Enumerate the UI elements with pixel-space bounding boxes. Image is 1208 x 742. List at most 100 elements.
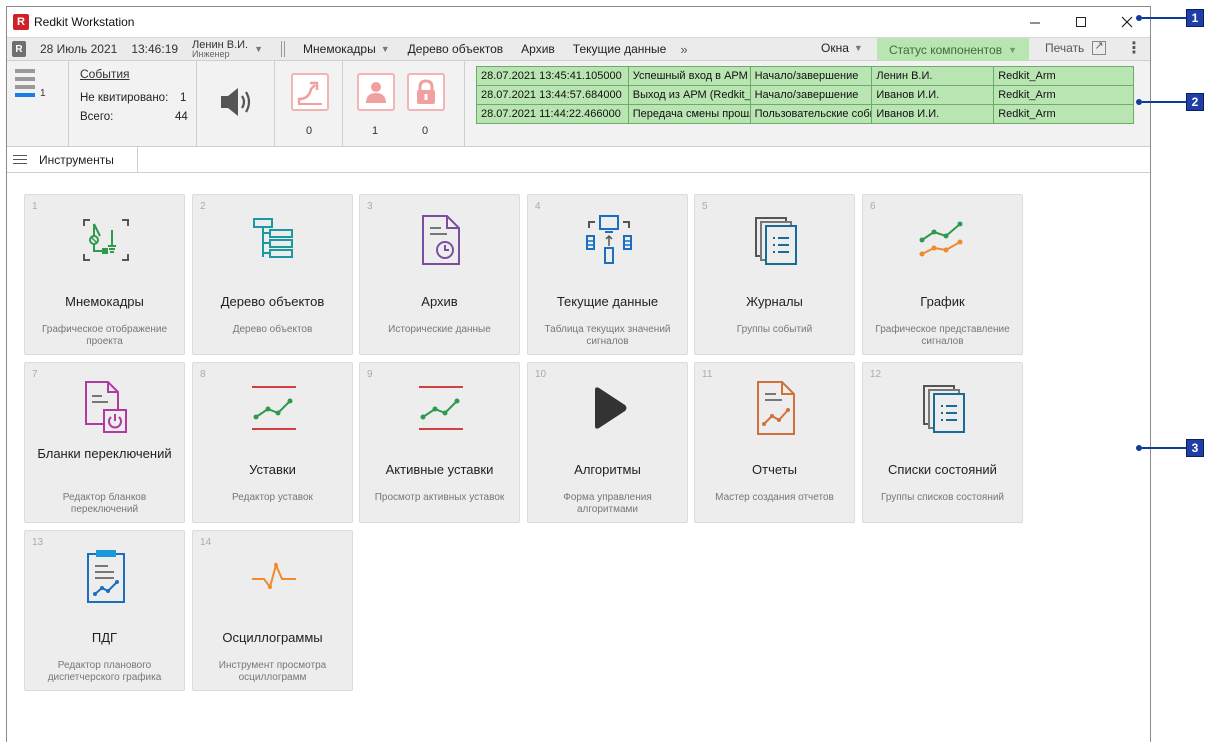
menu-bar: R 28 Июль 2021 13:46:19 Ленин В.И. Инжен… [7,37,1150,61]
event-source-cell: Redkit_Arm [993,66,1134,86]
trend-alarm-block[interactable]: 0 [275,61,343,147]
tile-description: Исторические данные [388,324,491,335]
tile-title: Мнемокадры [65,294,144,309]
tool-tile-current-data[interactable]: 4 Текущие данные Таблица текущих значений … [527,194,688,355]
tile-description: Таблица текущих значений сигналов [544,324,671,347]
chart-icon [863,207,1024,273]
tool-tile-mnemo[interactable]: 1 Мнемокадры Графическое отображение проек… [24,194,185,355]
tool-tile-pdg[interactable]: 13 ПДГ Редактор планового диспетчерского г… [24,530,185,691]
event-type-cell: Начало/завершение [749,66,873,86]
user-menu[interactable]: Ленин В.И. Инженер ▼ [192,38,264,59]
tool-tile-setpoints[interactable]: 8 Уставки Редактор уставок [192,362,353,523]
event-row[interactable]: 28.07.2021 13:45:41.105000 Успешный вход … [476,66,1134,86]
event-source-cell: Redkit_Arm [993,85,1134,105]
component-status-button[interactable]: Статус компонентов ▼ [877,38,1029,61]
hamburger-icon[interactable] [13,152,27,167]
tile-title: Дерево объектов [220,294,325,309]
tile-title: График [920,294,965,309]
tool-tile-chart[interactable]: 6 График Графическое представление сигнало… [862,194,1023,355]
total-label: Всего: [80,111,114,123]
chevron-down-icon: ▼ [254,44,264,54]
tools-bar: Инструменты [7,147,1150,173]
callout-1-badge: 1 [1186,9,1204,27]
user-alarm-count: 1 [371,125,379,137]
object-tree-icon [193,207,354,273]
menu-logo-icon[interactable]: R [12,41,26,57]
maximize-icon [1076,17,1086,27]
unack-row: Не квитировано: 1 [80,92,190,104]
windows-menu[interactable]: Окна ▼ [821,41,863,55]
tile-title: Списки состояний [888,462,997,477]
print-button[interactable]: Печать [1045,39,1107,55]
tool-tile-play[interactable]: 10 Алгоритмы Форма управления алгоритмами [527,362,688,523]
event-row[interactable]: 28.07.2021 11:44:22.466000 Передача смены… [476,104,1134,124]
tile-title: Журналы [746,294,803,309]
tool-tile-active-setpoints[interactable]: 9 Активные уставки Просмотр активных устав… [359,362,520,523]
tool-tile-oscillogram[interactable]: 14 Осциллограммы Инструмент просмотра осци… [192,530,353,691]
speaker-icon [221,88,251,116]
menu-mnemo-label: Мнемокадры [303,42,376,56]
priority-bars-block[interactable]: 1 [7,61,69,147]
app-logo-icon: R [13,14,29,30]
chevron-down-icon: ▼ [1008,44,1017,55]
tile-description: Дерево объектов [232,324,313,335]
tool-tile-archive[interactable]: 3 Архив Исторические данные [359,194,520,355]
more-menu-button[interactable]: » [680,42,687,57]
user-name: Ленин В.И. [192,38,249,51]
event-user-cell: Иванов И.И. [871,85,995,105]
tile-title: Текущие данные [556,294,659,309]
priority-bar-count: 1 [40,88,46,99]
unack-label: Не квитировано: [80,92,169,104]
windows-menu-label: Окна [821,41,849,55]
tile-title: Активные уставки [385,462,494,477]
menu-mnemo[interactable]: Мнемокадры ▼ [303,42,390,56]
menu-archive-label: Архив [521,42,555,56]
tile-description: Просмотр активных уставок [374,492,505,503]
event-row[interactable]: 28.07.2021 13:44:57.684000 Выход из АРМ (… [476,85,1134,105]
events-link[interactable]: События [80,67,130,81]
trend-alarm-icon [291,73,329,111]
event-time-cell: 28.07.2021 11:44:22.466000 [476,104,629,124]
menu-object-tree[interactable]: Дерево объектов [408,42,504,56]
sound-block[interactable] [197,61,275,147]
tool-tile-object-tree[interactable]: 2 Дерево объектов Дерево объектов [192,194,353,355]
user-alarm-icon[interactable] [357,73,395,111]
event-message-cell: Передача смены прошла успешно [627,104,751,124]
tool-tile-journals[interactable]: 5 Журналы Группы событий [694,194,855,355]
menu-archive[interactable]: Архив [521,42,555,56]
event-user-cell: Ленин В.И. [871,66,995,86]
chevron-down-icon: ▼ [380,44,390,54]
tile-description: Редактор планового диспетчерского график… [47,660,162,683]
tool-tile-switching-forms[interactable]: 7 Бланки переключений Редактор бланков пер… [24,362,185,523]
current-data-icon [528,207,689,273]
maximize-button[interactable] [1058,7,1104,37]
event-user-cell: Иванов И.И. [871,104,995,124]
current-date: 28 Июль 2021 [40,42,118,56]
expand-icon[interactable] [1092,39,1107,55]
kebab-menu-icon[interactable]: ⋮ [1126,40,1142,58]
user-role: Инженер [192,48,230,59]
oscillogram-icon [193,543,354,609]
tile-title: Отчеты [752,462,797,477]
tools-tab[interactable]: Инструменты [39,153,114,167]
event-message-cell: Успешный вход в АРМ [627,66,751,86]
tile-description: Графическое представление сигналов [875,324,1010,347]
setpoints-icon [193,375,354,441]
tool-tile-state-lists[interactable]: 12 Списки состояний Группы списков состоян… [862,362,1023,523]
lock-alarm-icon[interactable] [407,73,445,111]
tools-separator [137,147,138,173]
minimize-button[interactable] [1012,7,1058,37]
tile-description: Графическое отображение проекта [41,324,168,347]
menu-object-tree-label: Дерево объектов [407,42,504,56]
tool-tile-reports[interactable]: 11 Отчеты Мастер создания отчетов [694,362,855,523]
tile-title: Уставки [249,462,296,477]
callout-3: 3 [1136,439,1204,457]
reports-icon [695,375,856,441]
tile-description: Мастер создания отчетов [715,492,834,503]
menu-current-data[interactable]: Текущие данные [573,42,667,56]
tile-title: Бланки переключений [37,446,172,461]
trend-alarm-count: 0 [305,125,313,137]
tile-title: Архив [421,294,458,309]
total-value: 44 [175,111,188,123]
event-time-cell: 28.07.2021 13:45:41.105000 [476,66,629,86]
